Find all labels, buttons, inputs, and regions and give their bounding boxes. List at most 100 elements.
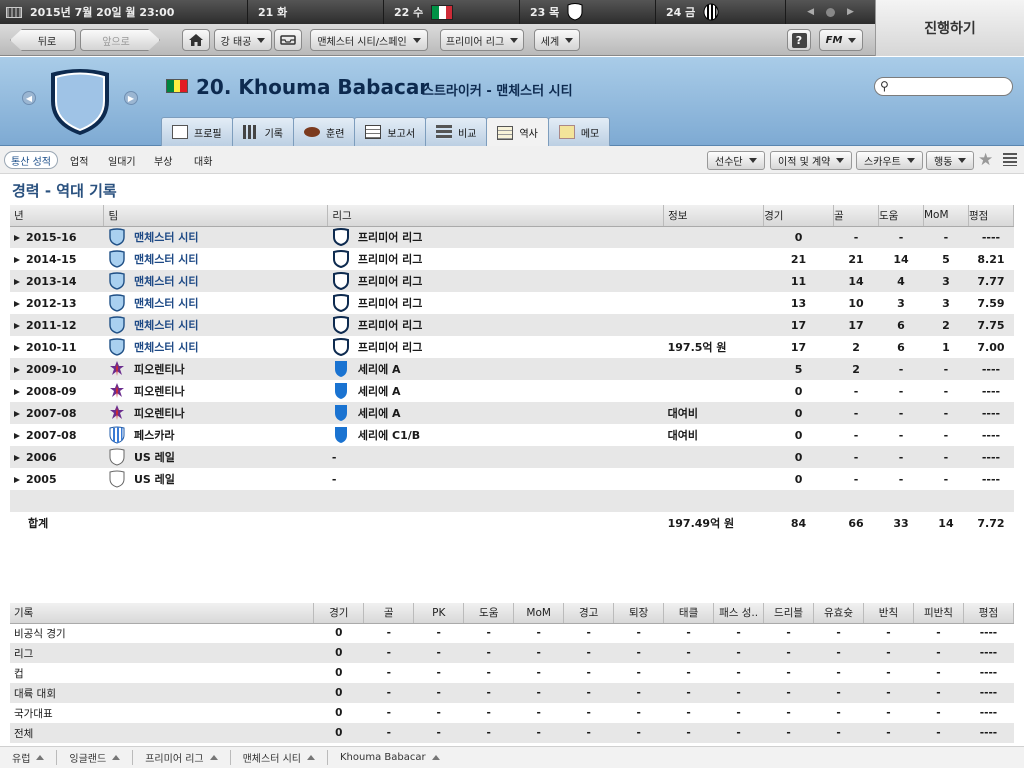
table-row[interactable]: 2007-08 페스카라 세리에 C1/B 대여비 0- - - ---- — [10, 424, 1014, 446]
breadcrumb-item[interactable]: 프리미어 리그 — [145, 750, 231, 765]
expand-arrow-icon[interactable] — [14, 300, 20, 307]
records-col-header[interactable]: 패스 성.. — [713, 603, 765, 624]
breadcrumb-item[interactable]: 맨체스터 시티 — [243, 750, 328, 765]
records-col-header[interactable]: 유효슛 — [813, 603, 864, 624]
team-link[interactable]: 맨체스터 시티 — [134, 339, 199, 355]
help-button[interactable]: ? — [787, 29, 811, 51]
table-row[interactable]: 2011-12 맨체스터 시티 프리미어 리그 17 17 6 2 7.75 — [10, 314, 1014, 336]
calendar-day-3[interactable]: 23 목 — [520, 0, 656, 24]
table-row[interactable]: 컵 0- - - - - - - - - - - - ---- — [10, 663, 1014, 683]
col-assists[interactable]: 도움 — [878, 205, 924, 227]
next-player-button[interactable]: ▶ — [124, 91, 138, 105]
today-dot-icon[interactable] — [826, 7, 835, 17]
subtab-biography[interactable]: 일대기 — [108, 153, 136, 168]
breadcrumb-item[interactable]: 유럽 — [12, 750, 58, 765]
table-row[interactable]: 2013-14 맨체스터 시티 프리미어 리그 11 14 4 3 7.77 — [10, 270, 1014, 292]
col-info[interactable]: 정보 — [663, 205, 765, 227]
tab-stats[interactable]: 기록 — [231, 117, 295, 146]
home-button[interactable] — [182, 29, 210, 51]
tab-profile[interactable]: 프로필 — [161, 117, 233, 146]
expand-arrow-icon[interactable] — [14, 410, 20, 417]
add-note-icon[interactable] — [1003, 153, 1017, 166]
table-row[interactable]: 전체 0- - - - - - - - - - - - ---- — [10, 723, 1014, 743]
squad-menu-button[interactable]: 선수단 — [707, 151, 765, 170]
table-row[interactable]: 2006 US 레일 -0- - - ---- — [10, 446, 1014, 468]
previous-player-button[interactable]: ◀ — [22, 91, 36, 105]
calendar-date-button[interactable]: 2015년 7월 20일 월 23:00 — [0, 0, 248, 24]
table-row[interactable]: 2007-08 피오렌티나 세리에 A 대여비 0- - - ---- — [10, 402, 1014, 424]
next-day-icon[interactable]: ▶ — [847, 7, 854, 17]
team-link[interactable]: 맨체스터 시티 — [134, 229, 199, 245]
table-row[interactable]: 2005 US 레일 -0- - - ---- — [10, 468, 1014, 490]
calendar-day-1[interactable]: 21 화 — [248, 0, 384, 24]
fm-menu[interactable]: FM — [819, 29, 863, 51]
transfer-contract-menu-button[interactable]: 이적 및 계약 — [770, 151, 853, 170]
table-row[interactable]: 2010-11 맨체스터 시티 프리미어 리그 197.5억 원 17 2 6 1 7.00 — [10, 336, 1014, 358]
continue-button[interactable]: 진행하기 — [875, 0, 1024, 56]
records-col-header[interactable]: 태클 — [663, 603, 715, 624]
records-col-header[interactable]: 드리블 — [763, 603, 815, 624]
expand-arrow-icon[interactable] — [14, 476, 20, 483]
table-row[interactable]: 대륙 대회 0- - - - - - - - - - - - ---- — [10, 683, 1014, 703]
subtab-achievements[interactable]: 업적 — [70, 153, 88, 168]
expand-arrow-icon[interactable] — [14, 388, 20, 395]
subtab-injuries[interactable]: 부상 — [154, 153, 172, 168]
calendar-day-2[interactable]: 22 수 — [384, 0, 520, 24]
records-col-header[interactable]: 피반칙 — [913, 603, 964, 624]
tab-compare[interactable]: 비교 — [425, 117, 488, 146]
table-row[interactable]: 2008-09 피오렌티나 세리에 A 0- - - ---- — [10, 380, 1014, 402]
subtab-career-stats[interactable]: 통산 성적 — [4, 151, 58, 169]
tab-notes[interactable]: 메모 — [547, 117, 611, 146]
records-col-header[interactable]: MoM — [513, 603, 565, 624]
breadcrumb-item[interactable]: Khouma Babacar — [340, 752, 452, 763]
col-apps[interactable]: 경기 — [763, 205, 835, 227]
expand-arrow-icon[interactable] — [14, 366, 20, 373]
star-icon[interactable]: ★ — [978, 150, 993, 170]
table-row[interactable]: 리그 0- - - - - - - - - - - - ---- — [10, 643, 1014, 663]
table-row[interactable]: 비공식 경기 0- - - - - - - - - - - - ---- — [10, 623, 1014, 643]
team-menu[interactable]: 맨체스터 시티/스페인 — [310, 29, 428, 51]
expand-arrow-icon[interactable] — [14, 278, 20, 285]
table-row[interactable]: 국가대표 0- - - - - - - - - - - - ---- — [10, 703, 1014, 723]
col-rating[interactable]: 평점 — [968, 205, 1015, 227]
expand-arrow-icon[interactable] — [14, 432, 20, 439]
forward-button[interactable]: 앞으로 — [80, 29, 160, 51]
records-col-header[interactable]: 퇴장 — [613, 603, 665, 624]
manager-menu[interactable]: 강 태공 — [214, 29, 272, 51]
action-menu-button[interactable]: 행동 — [926, 151, 975, 170]
tab-report[interactable]: 보고서 — [354, 117, 427, 146]
table-row[interactable]: 2015-16 맨체스터 시티 프리미어 리그 0- - - ---- — [10, 226, 1014, 248]
expand-arrow-icon[interactable] — [14, 454, 20, 461]
expand-arrow-icon[interactable] — [14, 344, 20, 351]
calendar-day-4[interactable]: 24 금 — [656, 0, 786, 24]
records-col-header[interactable]: 골 — [363, 603, 415, 624]
col-goals[interactable]: 골 — [833, 205, 879, 227]
table-row[interactable]: 2014-15 맨체스터 시티 프리미어 리그 21 21 14 5 8.21 — [10, 248, 1014, 270]
records-col-header[interactable]: 도움 — [463, 603, 515, 624]
subtab-interaction[interactable]: 대화 — [194, 153, 212, 168]
expand-arrow-icon[interactable] — [14, 234, 20, 241]
tab-training[interactable]: 훈련 — [293, 117, 356, 146]
inbox-button[interactable] — [274, 29, 302, 51]
expand-arrow-icon[interactable] — [14, 256, 20, 263]
table-row[interactable]: 2012-13 맨체스터 시티 프리미어 리그 13 10 3 3 7.59 — [10, 292, 1014, 314]
table-row[interactable]: 2009-10 피오렌티나 세리에 A 5 2- - ---- — [10, 358, 1014, 380]
records-col-header[interactable]: 반칙 — [863, 603, 914, 624]
records-col-header[interactable]: 경고 — [563, 603, 615, 624]
previous-day-icon[interactable]: ◀ — [807, 7, 814, 17]
back-button[interactable]: 뒤로 — [10, 29, 76, 51]
col-year[interactable]: 년 — [10, 205, 105, 227]
search-input[interactable] — [874, 77, 1013, 96]
world-menu[interactable]: 세계 — [534, 29, 580, 51]
records-col-header[interactable]: 경기 — [313, 603, 365, 624]
col-mom[interactable]: MoM — [923, 205, 969, 227]
team-link[interactable]: 맨체스터 시티 — [134, 251, 199, 267]
breadcrumb-item[interactable]: 잉글랜드 — [69, 750, 134, 765]
col-league[interactable]: 리그 — [327, 205, 665, 227]
expand-arrow-icon[interactable] — [14, 322, 20, 329]
records-col-header[interactable]: PK — [413, 603, 465, 624]
team-link[interactable]: 맨체스터 시티 — [134, 273, 199, 289]
team-link[interactable]: 맨체스터 시티 — [134, 317, 199, 333]
records-col-header[interactable]: 평점 — [963, 603, 1015, 624]
league-menu[interactable]: 프리미어 리그 — [440, 29, 524, 51]
